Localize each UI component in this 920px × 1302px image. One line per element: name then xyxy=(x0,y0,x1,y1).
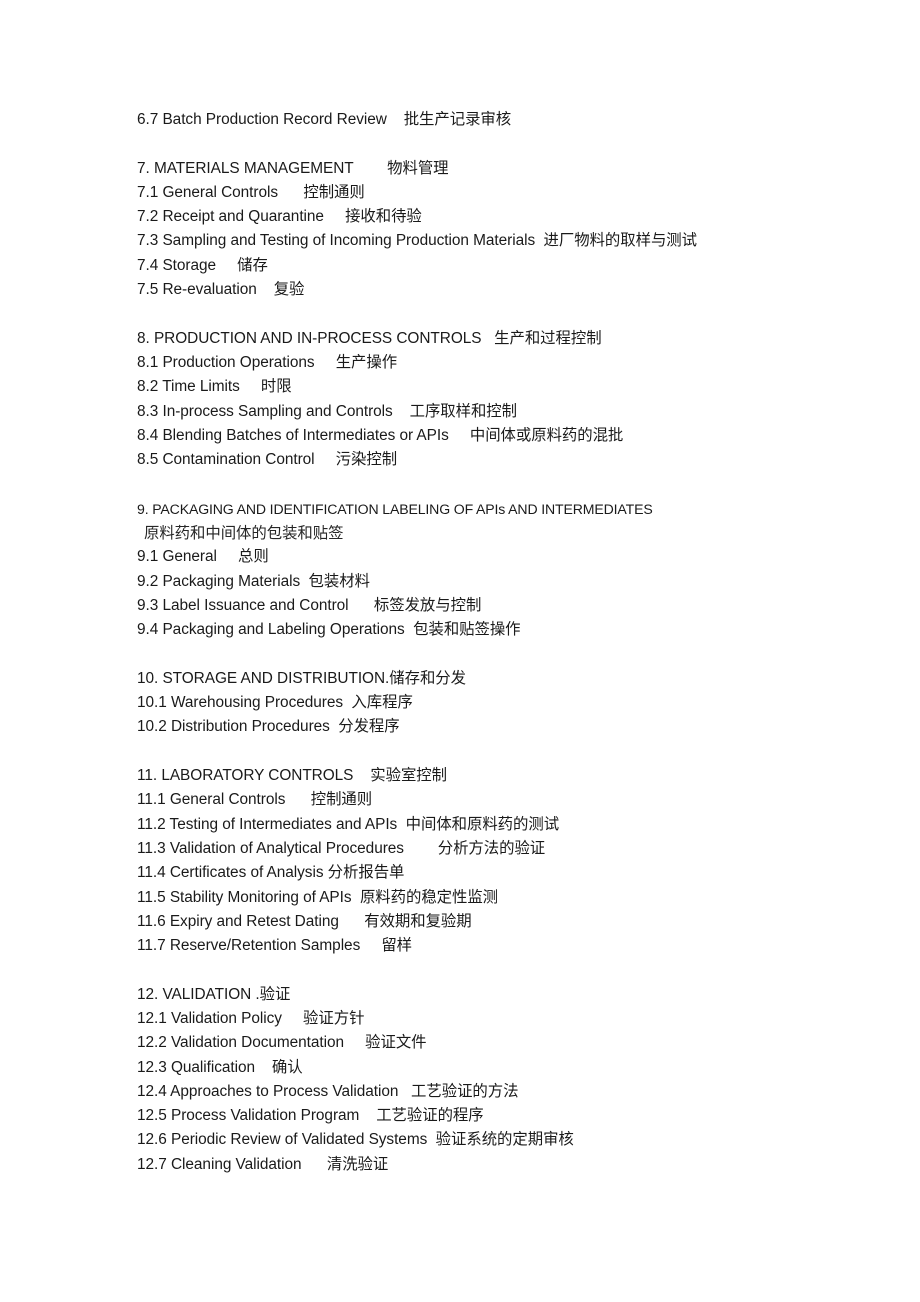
toc-section: 12. VALIDATION .验证 12.1 Validation Policy… xyxy=(137,983,877,1177)
toc-entry: 12.6 Periodic Review of Validated System… xyxy=(137,1131,574,1149)
toc-entry: 8.4 Blending Batches of Intermediates or… xyxy=(137,426,624,444)
toc-entry: 7.4 Storage 储存 xyxy=(137,256,268,274)
toc-section-heading: 10. STORAGE AND DISTRIBUTION.储存和分发 xyxy=(137,669,466,687)
document-page: 6.7 Batch Production Record Review 批生产记录… xyxy=(0,0,920,1302)
toc-section: 8. PRODUCTION AND IN-PROCESS CONTROLS 生产… xyxy=(137,327,877,473)
toc-section-heading: 12. VALIDATION .验证 xyxy=(137,985,291,1003)
toc-entry: 8.3 In-process Sampling and Controls 工序取… xyxy=(137,402,517,420)
toc-entry: 11.6 Expiry and Retest Dating 有效期和复验期 xyxy=(137,912,472,930)
toc-entry: 12.1 Validation Policy 验证方针 xyxy=(137,1009,365,1027)
toc-entry: 6.7 Batch Production Record Review 批生产记录… xyxy=(137,111,512,128)
toc-entry: 7.2 Receipt and Quarantine 接收和待验 xyxy=(137,208,422,226)
toc-section-heading: 9. PACKAGING AND IDENTIFICATION LABELING… xyxy=(137,500,653,517)
toc-entry: 9.1 General 总则 xyxy=(137,548,269,566)
toc-entry: 11.4 Certificates of Analysis 分析报告单 xyxy=(137,864,405,882)
toc-entry: 11.2 Testing of Intermediates and APIs 中… xyxy=(137,815,560,833)
toc-entry: 11.7 Reserve/Retention Samples 留样 xyxy=(137,937,413,955)
toc-section: 11. LABORATORY CONTROLS 实验室控制 11.1 Genera… xyxy=(137,764,877,958)
toc-entry: 12.2 Validation Documentation 验证文件 xyxy=(137,1034,427,1052)
toc-entry: 9.4 Packaging and Labeling Operations 包装… xyxy=(137,621,521,639)
toc-entry: 7.5 Re-evaluation 复验 xyxy=(137,281,305,299)
toc-entry: 10.2 Distribution Procedures 分发程序 xyxy=(137,718,400,736)
toc-section: 10. STORAGE AND DISTRIBUTION.储存和分发 10.1 W… xyxy=(137,667,877,740)
toc-section-heading: 8. PRODUCTION AND IN-PROCESS CONTROLS 生产… xyxy=(137,329,602,347)
toc-entry: 9.2 Packaging Materials 包装材料 xyxy=(137,572,370,590)
toc-entry: 11.3 Validation of Analytical Procedures… xyxy=(137,839,546,857)
toc-entry: 11.1 General Controls 控制通则 xyxy=(137,791,373,809)
toc-section: 7. MATERIALS MANAGEMENT 物料管理 7.1 General … xyxy=(137,157,877,303)
toc-entry: 12.3 Qualification 确认 xyxy=(137,1058,303,1076)
toc-entry: 12.4 Approaches to Process Validation 工艺… xyxy=(137,1082,519,1100)
toc-content: 6.7 Batch Production Record Review 批生产记录… xyxy=(137,108,877,1177)
toc-entry: 8.5 Contamination Control 污染控制 xyxy=(137,451,398,469)
toc-entry: 8.1 Production Operations 生产操作 xyxy=(137,353,398,371)
toc-entry: 12.5 Process Validation Program 工艺验证的程序 xyxy=(137,1107,484,1125)
toc-entry: 7.3 Sampling and Testing of Incoming Pro… xyxy=(137,232,697,250)
toc-entry: 8.2 Time Limits 时限 xyxy=(137,378,292,396)
toc-entry: 12.7 Cleaning Validation 清洗验证 xyxy=(137,1155,389,1173)
toc-section-heading: 11. LABORATORY CONTROLS 实验室控制 xyxy=(137,767,447,785)
toc-section: 9. PACKAGING AND IDENTIFICATION LABELING… xyxy=(137,497,877,643)
toc-entry: 9.3 Label Issuance and Control 标签发放与控制 xyxy=(137,596,482,614)
toc-entry: 11.5 Stability Monitoring of APIs 原料药的稳定… xyxy=(137,888,499,906)
toc-section: 6.7 Batch Production Record Review 批生产记录… xyxy=(137,108,877,132)
toc-section-heading: 7. MATERIALS MANAGEMENT 物料管理 xyxy=(137,159,449,177)
toc-entry: 10.1 Warehousing Procedures 入库程序 xyxy=(137,694,413,712)
toc-entry: 7.1 General Controls 控制通则 xyxy=(137,183,365,201)
toc-heading-continuation: 原料药和中间体的包装和贴签 xyxy=(144,524,344,543)
